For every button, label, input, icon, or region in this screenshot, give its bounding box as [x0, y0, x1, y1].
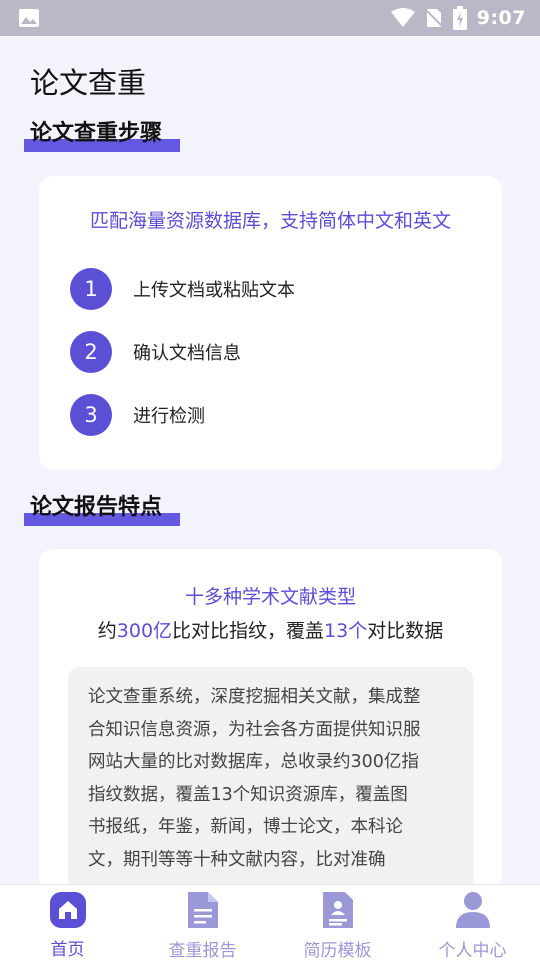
step-item: 1 上传文档或粘贴文本 — [70, 268, 295, 310]
no-sim-icon — [424, 8, 443, 28]
tab-profile[interactable]: 个人中心 — [405, 885, 540, 960]
tab-label: 个人中心 — [438, 941, 507, 960]
stats-sources: 13个 — [324, 620, 368, 642]
stats-middle: 比对比指纹，覆盖 — [172, 620, 325, 642]
description-line: 书报纸，年鉴，新闻，博士论文，本科论 — [88, 817, 403, 837]
tab-label: 简历模板 — [303, 941, 372, 960]
home-icon — [48, 890, 88, 929]
report-stats: 约300亿比对比指纹，覆盖13个对比数据 — [39, 616, 502, 643]
tab-report[interactable]: 查重报告 — [135, 885, 270, 960]
stats-suffix: 对比数据 — [367, 620, 444, 642]
user-icon — [453, 890, 493, 930]
description-line: 合知识信息资源，为社会各方面提供知识服 — [88, 719, 421, 740]
gallery-notification-icon — [19, 9, 39, 27]
status-time: 9:07 — [476, 7, 526, 29]
battery-icon — [452, 6, 467, 30]
resume-icon — [318, 890, 358, 930]
report-description: 论文查重系统，深度挖掘相关文献，集成整 合知识信息资源，为社会各方面提供知识服 … — [68, 667, 473, 889]
step-number: 1 — [70, 268, 112, 310]
stats-prefix: 约 — [97, 620, 117, 642]
report-icon — [183, 890, 223, 930]
description-line: 网站大量的比对数据库，总收录约300亿指 — [88, 752, 419, 772]
steps-subtitle: 匹配海量资源数据库，支持简体中文和英文 — [89, 210, 451, 232]
tab-home[interactable]: 首页 — [0, 885, 135, 960]
tab-resume[interactable]: 简历模板 — [270, 885, 405, 960]
report-section-heading: 论文报告特点 — [24, 492, 180, 532]
report-heading-text: 论文报告特点 — [30, 495, 163, 520]
steps-card: 匹配海量资源数据库，支持简体中文和英文 1 上传文档或粘贴文本 2 确认文档信息… — [39, 176, 502, 470]
wifi-icon — [390, 8, 415, 27]
report-card: 十多种学术文献类型 约300亿比对比指纹，覆盖13个对比数据 论文查重系统，深度… — [39, 549, 502, 889]
page-title: 论文查重 — [30, 66, 147, 100]
description-line: 文，期刊等等十种文献内容，比对准确 — [88, 849, 386, 870]
steps-section-heading: 论文查重步骤 — [24, 118, 180, 158]
step-number: 2 — [70, 331, 112, 373]
step-item: 3 进行检测 — [70, 394, 205, 436]
steps-heading-text: 论文查重步骤 — [30, 121, 163, 146]
status-bar: 9:07 — [0, 0, 540, 36]
stats-count: 300亿 — [116, 620, 173, 642]
tab-label: 查重报告 — [168, 941, 237, 960]
step-label: 进行检测 — [133, 406, 205, 427]
step-label: 确认文档信息 — [133, 343, 241, 364]
description-line: 论文查重系统，深度挖掘相关文献，集成整 — [88, 687, 421, 707]
step-label: 上传文档或粘贴文本 — [133, 280, 295, 301]
bottom-tab-bar: 首页 查重报告 简历模板 个人中心 — [0, 884, 540, 960]
report-subtitle: 十多种学术文献类型 — [184, 586, 356, 608]
step-item: 2 确认文档信息 — [70, 331, 241, 373]
step-number: 3 — [70, 394, 112, 436]
tab-label: 首页 — [50, 940, 85, 960]
description-line: 指纹数据，覆盖13个知识资源库，覆盖图 — [88, 784, 408, 805]
